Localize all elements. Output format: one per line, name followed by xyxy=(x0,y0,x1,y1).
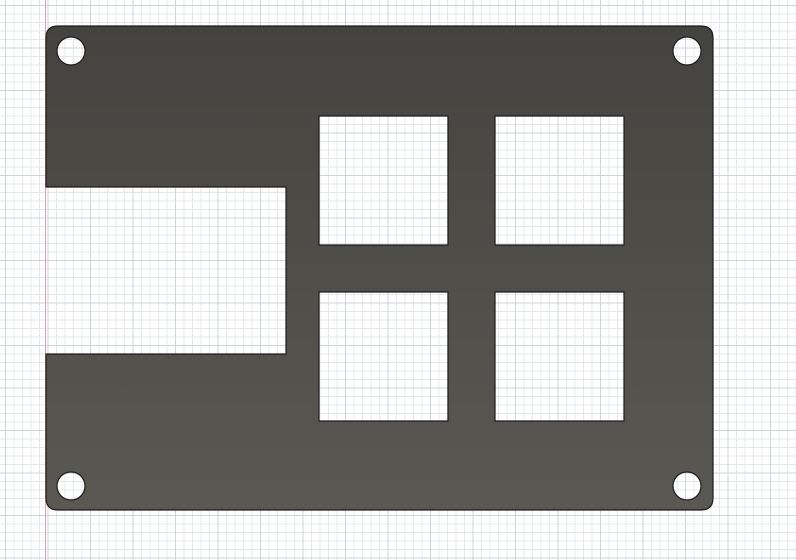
square-opening[interactable] xyxy=(495,116,624,245)
mounting-hole[interactable] xyxy=(673,37,701,65)
edge-notch[interactable] xyxy=(46,187,286,354)
design-canvas[interactable] xyxy=(0,0,796,560)
mounting-hole[interactable] xyxy=(57,472,85,500)
square-opening[interactable] xyxy=(495,292,624,421)
square-opening[interactable] xyxy=(319,116,448,245)
mounting-hole[interactable] xyxy=(57,37,85,65)
mounting-hole[interactable] xyxy=(673,472,701,500)
plate-model[interactable] xyxy=(0,0,796,560)
square-opening[interactable] xyxy=(319,292,448,421)
